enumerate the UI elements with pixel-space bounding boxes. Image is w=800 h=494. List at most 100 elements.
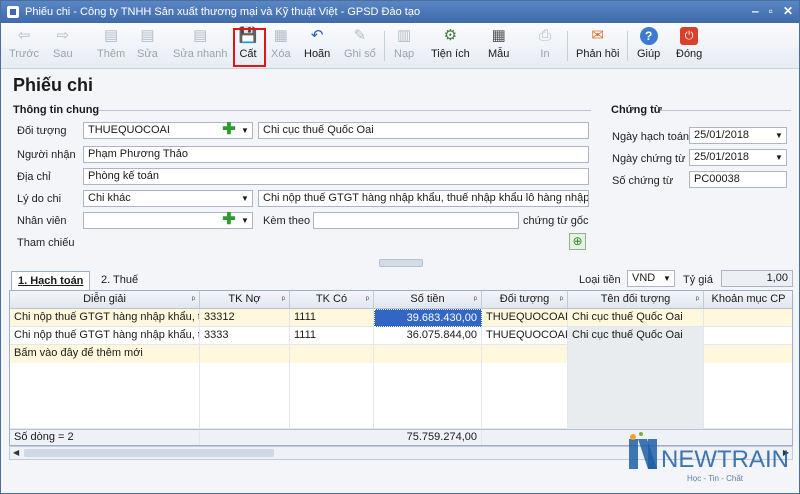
rate-label: Tỷ giá	[683, 274, 713, 286]
close-icon: ⏻	[680, 27, 699, 45]
ngay-chung-tu-label: Ngày chứng từ	[612, 153, 686, 165]
chevron-down-icon[interactable]: ▼	[238, 213, 252, 228]
currency-select[interactable]: VND ▼	[627, 270, 675, 287]
doi-tuong-name-input[interactable]: Chi cục thuế Quốc Oai	[258, 122, 589, 139]
toolbar: ⇦ Trước ⇨ Sau ▤ Thêm ▤ Sửa ▤ Sửa nhanh 💾 Cất ▦…	[1, 23, 799, 69]
load-button[interactable]: ▥ Nạp	[394, 27, 414, 65]
pencil-icon: ✎	[353, 27, 367, 44]
toolbar-separator	[627, 31, 628, 61]
quick-edit-button[interactable]: ▤ Sửa nhanh	[173, 27, 227, 65]
chevron-down-icon[interactable]: ▼	[772, 150, 786, 165]
maximize-button[interactable]: ▫	[769, 4, 773, 18]
print-icon: ⎙	[538, 27, 551, 44]
add-object-icon[interactable]: ✚	[221, 122, 237, 138]
close-window-button[interactable]: ✕	[783, 4, 793, 18]
pin-icon[interactable]: ᵖ	[560, 291, 563, 308]
utilities-button[interactable]: ⚙ Tiện ích	[431, 27, 470, 65]
reload-icon: ▥	[397, 27, 412, 44]
chevron-down-icon[interactable]: ▼	[238, 191, 252, 206]
undo-button[interactable]: ↶ Hoãn	[304, 27, 330, 65]
group-divider	[661, 110, 791, 111]
col-header-tk-co[interactable]: TK Có ᵖ	[290, 291, 374, 309]
chevron-down-icon[interactable]: ▼	[660, 271, 674, 286]
help-button[interactable]: ? Giúp	[637, 27, 660, 65]
logo-tagline: Học - Tin - Chất	[687, 474, 744, 483]
delete-button[interactable]: ▦ Xóa	[271, 27, 291, 65]
logo-mark	[629, 432, 657, 469]
ly-do-select[interactable]: Chi khác ▼	[83, 190, 253, 207]
col-header-doi-tuong[interactable]: Đối tượng ᵖ	[482, 291, 568, 309]
col-header-ten-doi-tuong[interactable]: Tên đối tượng ᵖ	[568, 291, 704, 309]
scroll-thumb[interactable]	[24, 449, 274, 457]
feedback-icon: ✉	[591, 27, 604, 44]
table-row[interactable]: Chi nộp thuế GTGT hàng nhập khẩu, th 333…	[10, 327, 792, 345]
title-bar: Phiếu chi - Công ty TNHH Sản xuất thương…	[1, 1, 799, 23]
dia-chi-label: Địa chỉ	[17, 171, 51, 183]
feedback-button[interactable]: ✉ Phản hồi	[576, 27, 619, 65]
toolbar-separator	[567, 31, 568, 61]
add-employee-icon[interactable]: ✚	[221, 212, 237, 228]
window-title: Phiếu chi - Công ty TNHH Sản xuất thương…	[25, 6, 421, 18]
template-icon: ▦	[491, 27, 506, 44]
logo-text: NEWTRAIN	[661, 446, 789, 473]
tab-hach-toan[interactable]: 1. Hạch toán	[11, 271, 91, 290]
dia-chi-input[interactable]: Phòng kế toán	[83, 168, 589, 185]
col-header-dien-giai[interactable]: Diễn giải ᵖ	[10, 291, 200, 309]
pin-icon[interactable]: ᵖ	[192, 291, 195, 308]
pin-icon[interactable]: ᵖ	[696, 291, 699, 308]
add-doc-icon: ▤	[103, 27, 119, 44]
reference-search-icon[interactable]: ⊕	[569, 233, 586, 250]
edit-button[interactable]: ▤ Sửa	[137, 27, 158, 65]
row-count: Số dòng = 2	[10, 430, 200, 445]
nguoi-nhan-input[interactable]: Phạm Phương Thảo	[83, 146, 589, 163]
currency-label: Loại tiền	[579, 274, 621, 286]
tab-thue[interactable]: 2. Thuế	[95, 271, 144, 290]
chevron-down-icon[interactable]: ▼	[238, 123, 252, 138]
col-header-so-tien[interactable]: Số tiền ᵖ	[374, 291, 482, 309]
so-chung-tu-input[interactable]: PC00038	[689, 171, 787, 188]
ngay-hach-toan-input[interactable]: 25/01/2018 ▼	[689, 127, 787, 144]
rate-input[interactable]: 1,00	[721, 270, 793, 287]
total-amount: 75.759.274,00	[374, 430, 482, 445]
doi-tuong-label: Đối tượng	[17, 125, 67, 137]
help-icon: ?	[639, 27, 658, 45]
chung-tu-goc-label: chứng từ gốc	[523, 215, 589, 227]
voucher-window: Phiếu chi - Công ty TNHH Sản xuất thương…	[0, 0, 800, 494]
scroll-left-icon[interactable]: ◀	[13, 448, 19, 457]
pin-icon[interactable]: ᵖ	[474, 291, 477, 308]
close-button[interactable]: ⏻ Đóng	[676, 27, 702, 65]
minimize-button[interactable]: ‒	[752, 4, 759, 18]
template-button[interactable]: ▦ Mẫu	[488, 27, 509, 65]
panel-splitter[interactable]	[379, 259, 423, 267]
col-header-khoan-muc[interactable]: Khoản mục CP	[704, 291, 792, 309]
empty-rows	[10, 363, 792, 429]
utilities-icon: ⚙	[443, 27, 458, 44]
arrow-left-icon: ⇦	[17, 27, 31, 44]
add-button[interactable]: ▤ Thêm	[97, 27, 125, 65]
chevron-down-icon[interactable]: ▼	[772, 128, 786, 143]
accounting-grid: Diễn giải ᵖ TK Nợ ᵖ TK Có ᵖ Số tiền ᵖ Đối tư…	[9, 290, 793, 446]
ngay-chung-tu-input[interactable]: 25/01/2018 ▼	[689, 149, 787, 166]
tham-chieu-label: Tham chiếu	[17, 237, 75, 249]
so-chung-tu-label: Số chứng từ	[612, 175, 674, 187]
kem-theo-label: Kèm theo	[263, 215, 311, 227]
post-button[interactable]: ✎ Ghi sổ	[344, 27, 376, 65]
kem-theo-input[interactable]	[313, 212, 519, 229]
col-header-tk-no[interactable]: TK Nợ ᵖ	[200, 291, 290, 309]
prev-button[interactable]: ⇦ Trước	[9, 27, 39, 65]
pin-icon[interactable]: ᵖ	[282, 291, 285, 308]
print-button[interactable]: ⎙ In	[536, 27, 554, 65]
nguoi-nhan-label: Người nhận	[17, 149, 76, 161]
group-divider	[99, 110, 591, 111]
next-button[interactable]: ⇨ Sau	[53, 27, 73, 65]
newtrain-logo: NEWTRAIN Học - Tin - Chất	[629, 432, 789, 483]
table-row[interactable]: Chi nộp thuế GTGT hàng nhập khẩu, th 333…	[10, 309, 792, 327]
new-row[interactable]: Bấm vào đây để thêm mới	[10, 345, 792, 363]
edit-doc-icon: ▤	[140, 27, 155, 44]
delete-icon: ▦	[273, 27, 288, 44]
pin-icon[interactable]: ᵖ	[366, 291, 369, 308]
ngay-hach-toan-label: Ngày hạch toán	[612, 131, 690, 143]
app-icon	[7, 6, 19, 18]
ly-do-desc-input[interactable]: Chi nộp thuế GTGT hàng nhập khẩu, thuế n…	[258, 190, 589, 207]
voucher-title: Chứng từ	[611, 104, 662, 116]
